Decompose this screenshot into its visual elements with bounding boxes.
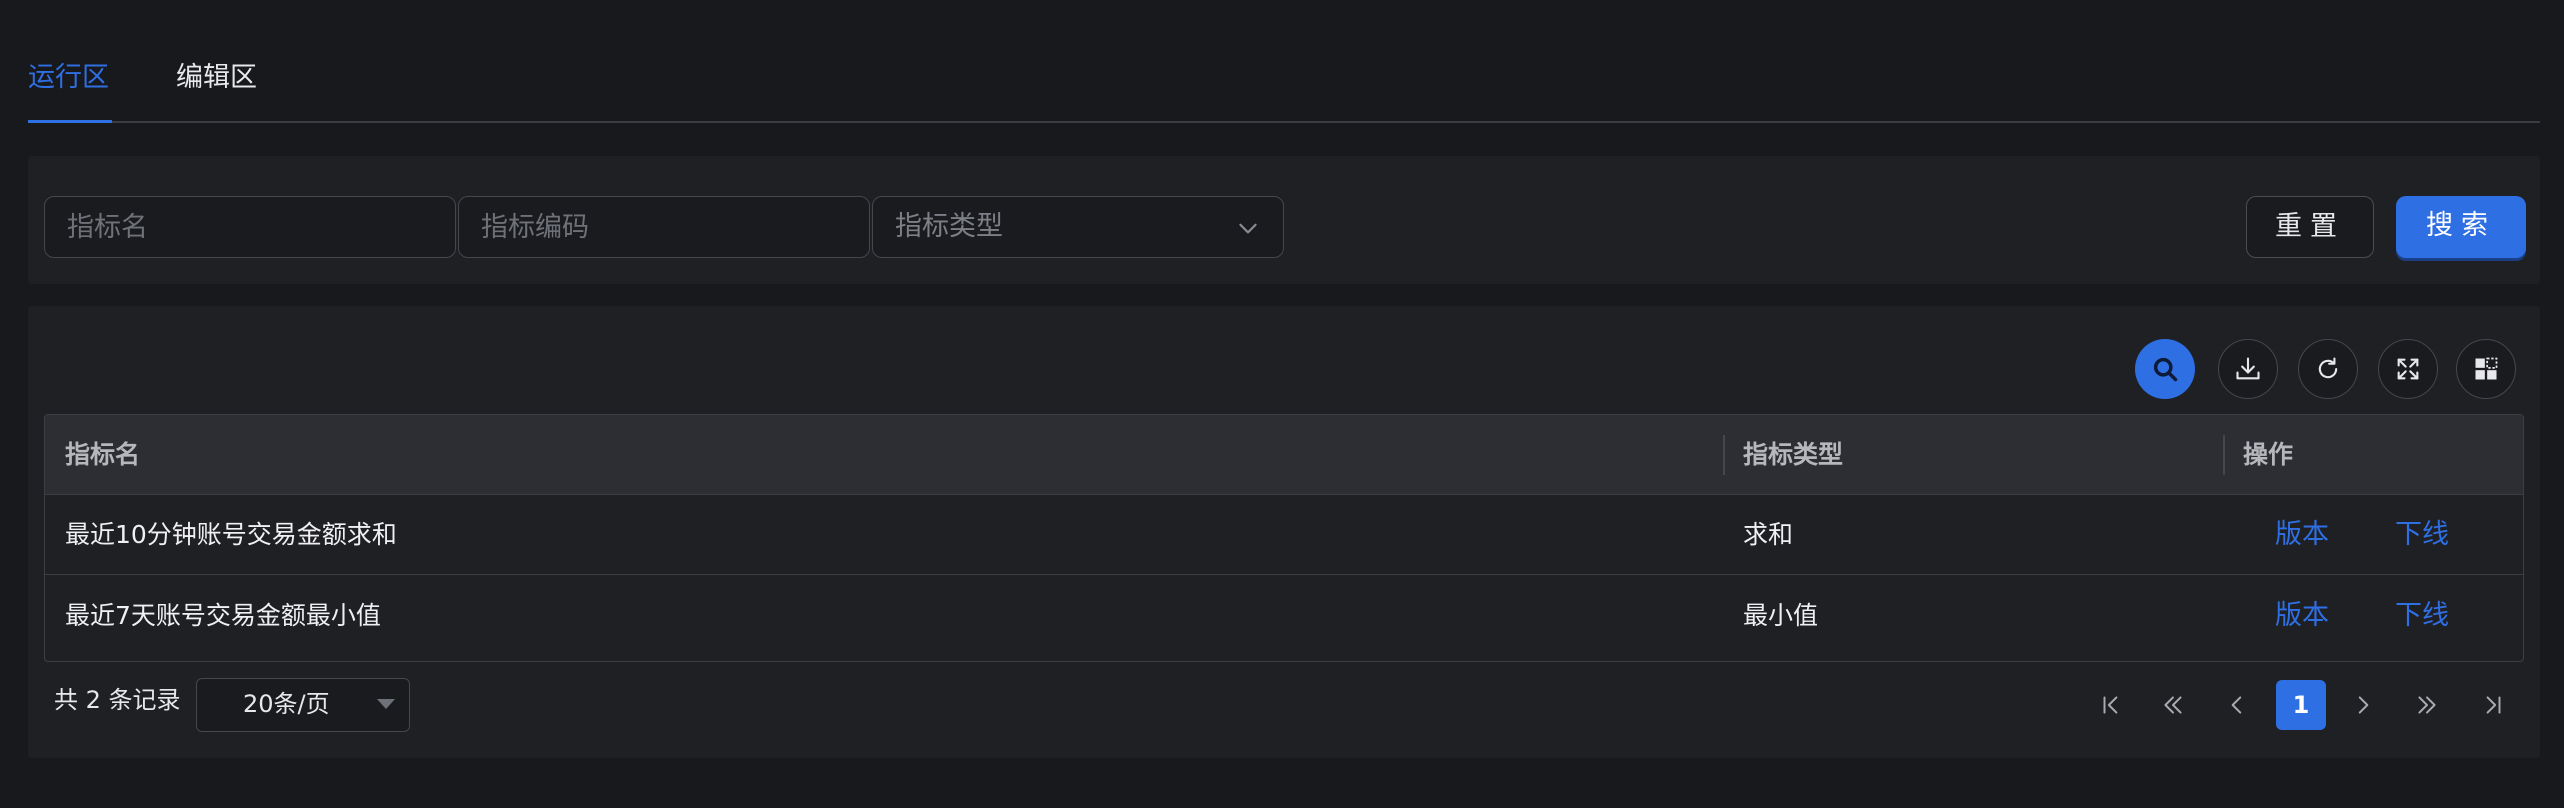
total-records: 共 2 条记录 <box>54 686 181 714</box>
tab-run-area-label: 运行区 <box>28 62 109 93</box>
prev-page-button[interactable] <box>2212 680 2262 730</box>
offline-link[interactable]: 下线 <box>2395 495 2449 575</box>
search-button[interactable]: 搜索 <box>2396 196 2526 258</box>
caret-down-icon <box>377 699 395 709</box>
chevron-right-icon <box>2358 696 2369 714</box>
table-row: 最近7天账号交易金额最小值 最小值 版本 下线 <box>45 576 2523 656</box>
refresh-button[interactable] <box>2298 339 2358 399</box>
metric-code-input[interactable] <box>481 197 869 257</box>
search-icon <box>2153 357 2178 382</box>
metrics-table: 指标名 指标类型 操作 最近10分钟账号交易金额求和 求和 版本 下线 最近7天… <box>44 414 2524 662</box>
double-chevron-right-icon <box>2418 696 2436 714</box>
tab-edit-area-label: 编辑区 <box>176 62 257 93</box>
toolbar-search-button[interactable] <box>2135 339 2195 399</box>
column-settings-button[interactable] <box>2456 339 2516 399</box>
metric-type-cell: 最小值 <box>1743 601 1819 630</box>
fast-backward-button[interactable] <box>2148 680 2198 730</box>
fast-forward-button[interactable] <box>2402 680 2452 730</box>
chevron-left-icon <box>2231 696 2242 714</box>
download-button[interactable] <box>2218 339 2278 399</box>
last-page-button[interactable] <box>2468 680 2518 730</box>
first-page-button[interactable] <box>2086 680 2136 730</box>
double-chevron-left-icon <box>2164 696 2182 714</box>
table-header: 指标名 指标类型 操作 <box>45 415 2523 495</box>
metric-code-field[interactable] <box>458 196 870 258</box>
chevron-down-icon <box>1239 223 1257 234</box>
metric-name-input[interactable] <box>67 197 455 257</box>
page-number-current[interactable]: 1 <box>2276 680 2326 730</box>
metric-type-placeholder: 指标类型 <box>895 211 1003 242</box>
metric-name-cell: 最近7天账号交易金额最小值 <box>65 601 381 630</box>
tab-edit-area[interactable]: 编辑区 <box>176 58 257 98</box>
metric-type-cell: 求和 <box>1743 520 1794 549</box>
metric-name-field[interactable] <box>44 196 456 258</box>
column-header-actions: 操作 <box>2243 440 2294 469</box>
active-tab-indicator <box>28 120 112 123</box>
search-form: 指标类型 重置 搜索 <box>28 156 2540 284</box>
column-header-type: 指标类型 <box>1743 440 1844 469</box>
metric-type-select[interactable]: 指标类型 <box>872 196 1284 258</box>
version-link[interactable]: 版本 <box>2275 576 2329 656</box>
reset-button[interactable]: 重置 <box>2246 196 2374 258</box>
first-page-icon <box>2103 696 2118 714</box>
last-page-icon <box>2486 696 2501 714</box>
download-icon <box>2236 357 2260 380</box>
column-divider <box>2223 435 2225 475</box>
metric-name-cell: 最近10分钟账号交易金额求和 <box>65 520 397 549</box>
tab-run-area[interactable]: 运行区 <box>28 58 109 98</box>
next-page-button[interactable] <box>2338 680 2388 730</box>
tab-bar: 运行区 编辑区 <box>28 0 2540 123</box>
fullscreen-button[interactable] <box>2378 339 2438 399</box>
page-size-value: 20条/页 <box>243 690 330 718</box>
table-row: 最近10分钟账号交易金额求和 求和 版本 下线 <box>45 495 2523 575</box>
table-panel: 指标名 指标类型 操作 最近10分钟账号交易金额求和 求和 版本 下线 最近7天… <box>28 306 2540 758</box>
fullscreen-icon <box>2397 358 2419 380</box>
columns-icon <box>2475 357 2498 380</box>
offline-link[interactable]: 下线 <box>2395 576 2449 656</box>
refresh-icon <box>2318 357 2338 379</box>
page-size-select[interactable]: 20条/页 <box>196 678 410 732</box>
column-header-name: 指标名 <box>65 440 141 469</box>
column-divider <box>1723 435 1725 475</box>
version-link[interactable]: 版本 <box>2275 495 2329 575</box>
